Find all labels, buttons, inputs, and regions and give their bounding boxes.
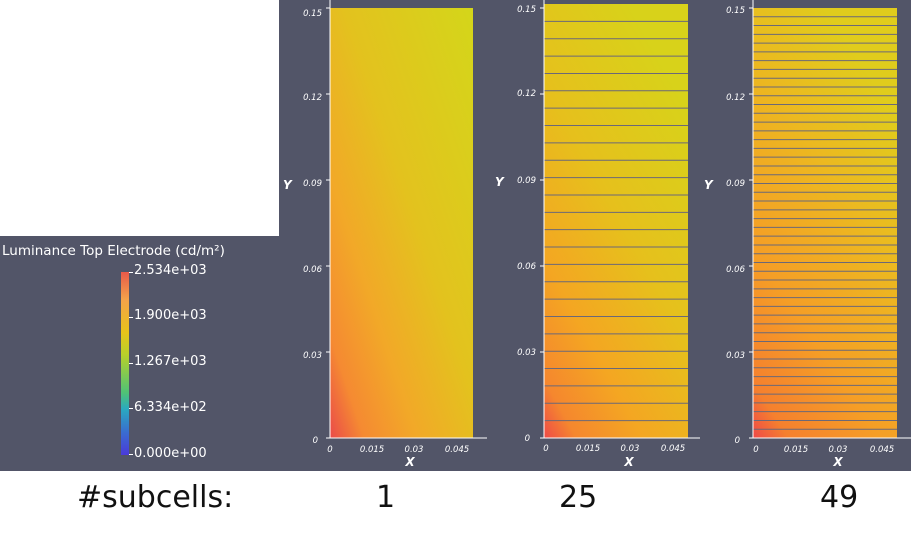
y-tick-label: 0.03 [517, 348, 536, 358]
x-axis-label: X [404, 455, 415, 469]
subcells-count-49: 49 [820, 480, 859, 515]
x-axis-label: X [832, 455, 843, 469]
x-tick-label: 0.03 [621, 444, 640, 454]
y-ticks-3 [749, 7, 753, 439]
heatmap-area [544, 4, 688, 438]
subcells-label: #subcells: [77, 480, 234, 515]
heatmap-area [753, 8, 897, 438]
x-tick-label: 0.015 [784, 445, 808, 455]
y-tick-label: 0 [735, 436, 740, 446]
y-axis-label: Y [704, 178, 714, 192]
y-tick-label: 0.06 [303, 265, 323, 275]
y-tick-label: 0.09 [726, 179, 745, 189]
plot-3: 0.15 0.12 0.09 0.06 0.03 0 Y 0 0.015 0.0… [704, 0, 911, 469]
visualization-panel: Luminance Top Electrode (cd/m²) 2.534e+0… [0, 0, 911, 471]
plots-svg: 0.15 0.12 0.09 0.06 0.03 0 Y 0 0.015 0.0… [283, 0, 911, 469]
y-tick-label: 0.12 [517, 89, 536, 99]
x-tick-label: 0.045 [445, 445, 469, 455]
y-tick-label: 0.06 [726, 265, 746, 275]
x-tick-label: 0.045 [661, 444, 685, 454]
y-tick-label: 0.15 [517, 5, 536, 15]
plot-2: 0.15 0.12 0.09 0.06 0.03 0 Y 0 0.015 0.0… [495, 0, 700, 469]
y-tick-label: 0.15 [303, 9, 322, 19]
subcells-count-25: 25 [559, 480, 598, 515]
y-tick-label: 0.09 [303, 179, 322, 189]
x-tick-label: 0 [327, 445, 332, 455]
y-tick-label: 0 [313, 436, 318, 446]
y-tick-label: 0.09 [517, 176, 536, 186]
y-ticks-2 [540, 7, 544, 439]
y-ticks-1 [326, 7, 330, 439]
y-tick-label: 0.15 [726, 6, 745, 16]
x-tick-label: 0.015 [360, 445, 384, 455]
x-tick-label: 0 [753, 445, 758, 455]
plot-1: 0.15 0.12 0.09 0.06 0.03 0 Y 0 0.015 0.0… [283, 0, 487, 469]
x-axis-label: X [623, 455, 634, 469]
y-tick-label: 0.12 [303, 93, 322, 103]
y-tick-label: 0.12 [726, 93, 745, 103]
y-tick-label: 0.03 [726, 351, 745, 361]
x-tick-label: 0 [543, 444, 548, 454]
x-tick-label: 0.045 [870, 445, 894, 455]
y-tick-label: 0 [525, 434, 530, 444]
subcells-count-1: 1 [376, 480, 396, 515]
x-tick-label: 0.03 [829, 445, 848, 455]
y-tick-label: 0.06 [517, 262, 537, 272]
x-tick-label: 0.03 [405, 445, 424, 455]
y-axis-label: Y [495, 175, 505, 189]
y-tick-label: 0.03 [303, 351, 322, 361]
y-axis-label: Y [283, 178, 293, 192]
x-tick-label: 0.015 [576, 444, 600, 454]
heatmap-area [330, 8, 473, 438]
